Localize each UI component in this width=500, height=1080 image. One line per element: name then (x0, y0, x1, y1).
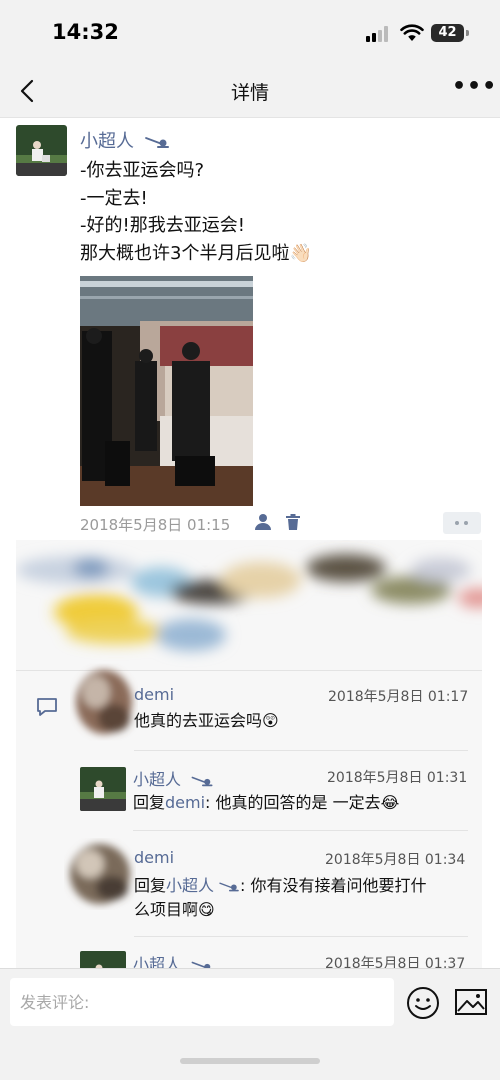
comment-author-name[interactable]: 小超人 (133, 766, 214, 790)
reply-body: : 他真的回答的是 一定去😂 (205, 793, 400, 812)
comment-author-name[interactable]: demi (134, 685, 174, 704)
post-photo[interactable] (80, 276, 253, 506)
commenter-avatar-blurred[interactable] (60, 830, 140, 914)
post-timestamp: 2018年5月8日 01:15 (80, 516, 231, 534)
likes-panel-blurred (16, 540, 498, 670)
wifi-icon (400, 24, 424, 41)
more-options-icon[interactable]: ••• (452, 76, 496, 100)
comment-divider (134, 750, 468, 751)
commenter-avatar-blurred[interactable] (66, 662, 142, 748)
reply-prefix: 回复 (134, 876, 167, 895)
reply-to-name[interactable]: 小超人 (166, 876, 240, 895)
reply-to-name-text: 小超人 (166, 876, 215, 895)
visibility-person-icon[interactable] (253, 513, 273, 531)
home-indicator (180, 1058, 320, 1064)
battery-tip (466, 30, 469, 36)
comment-text-continued: 么项目啊😋 (134, 900, 215, 919)
comment-timestamp: 2018年5月8日 01:17 (328, 689, 469, 705)
comment-timestamp: 2018年5月8日 01:31 (327, 770, 468, 786)
commenter-avatar[interactable] (80, 767, 126, 811)
post-author-avatar[interactable] (16, 125, 67, 176)
emoji-icon[interactable] (406, 986, 440, 1020)
fencer-badge-icon (191, 776, 213, 786)
post-author-name[interactable]: 小超人 (80, 127, 170, 153)
comment-divider (133, 830, 468, 831)
post-action-menu-button[interactable] (443, 512, 481, 534)
fencer-badge-icon (144, 137, 169, 148)
comment-text[interactable]: 回复小超人 : 你有没有接着问他要打什 (134, 874, 427, 898)
comment-bubble-icon (37, 698, 57, 716)
image-icon[interactable] (454, 987, 488, 1017)
post-text-line-4: 那大概也许3个半月后见啦👋🏻 (80, 243, 312, 264)
comment-text[interactable]: 回复demi: 他真的回答的是 一定去😂 (133, 791, 399, 815)
comment-text[interactable]: 他真的去亚运会吗😲 (134, 709, 279, 733)
comment-author-name[interactable]: demi (134, 848, 174, 867)
reply-prefix: 回复 (133, 793, 166, 812)
battery-indicator: 42 (431, 24, 464, 42)
reply-body: : 你有没有接着问他要打什 (240, 876, 427, 895)
comment-author-name-text: 小超人 (133, 770, 182, 789)
cellular-signal-icon (366, 26, 392, 42)
post-text-line-2: -一定去! (80, 188, 148, 209)
fencer-badge-icon (219, 882, 239, 892)
comment-input[interactable] (10, 978, 394, 1026)
page-title: 详情 (230, 82, 269, 104)
post-text-line-1: -你去亚运会吗? (80, 160, 205, 181)
reply-to-name[interactable]: demi (165, 793, 205, 812)
trash-icon[interactable] (284, 513, 302, 531)
comment-timestamp: 2018年5月8日 01:34 (325, 852, 466, 868)
post-author-name-text: 小超人 (80, 131, 134, 152)
status-bar: 14:32 42 (0, 0, 500, 66)
nav-bar: 详情 ••• (0, 66, 500, 118)
post-text-line-3: -好的!那我去亚运会! (80, 215, 245, 236)
status-time: 14:32 (52, 20, 119, 44)
comment-divider (134, 936, 468, 937)
